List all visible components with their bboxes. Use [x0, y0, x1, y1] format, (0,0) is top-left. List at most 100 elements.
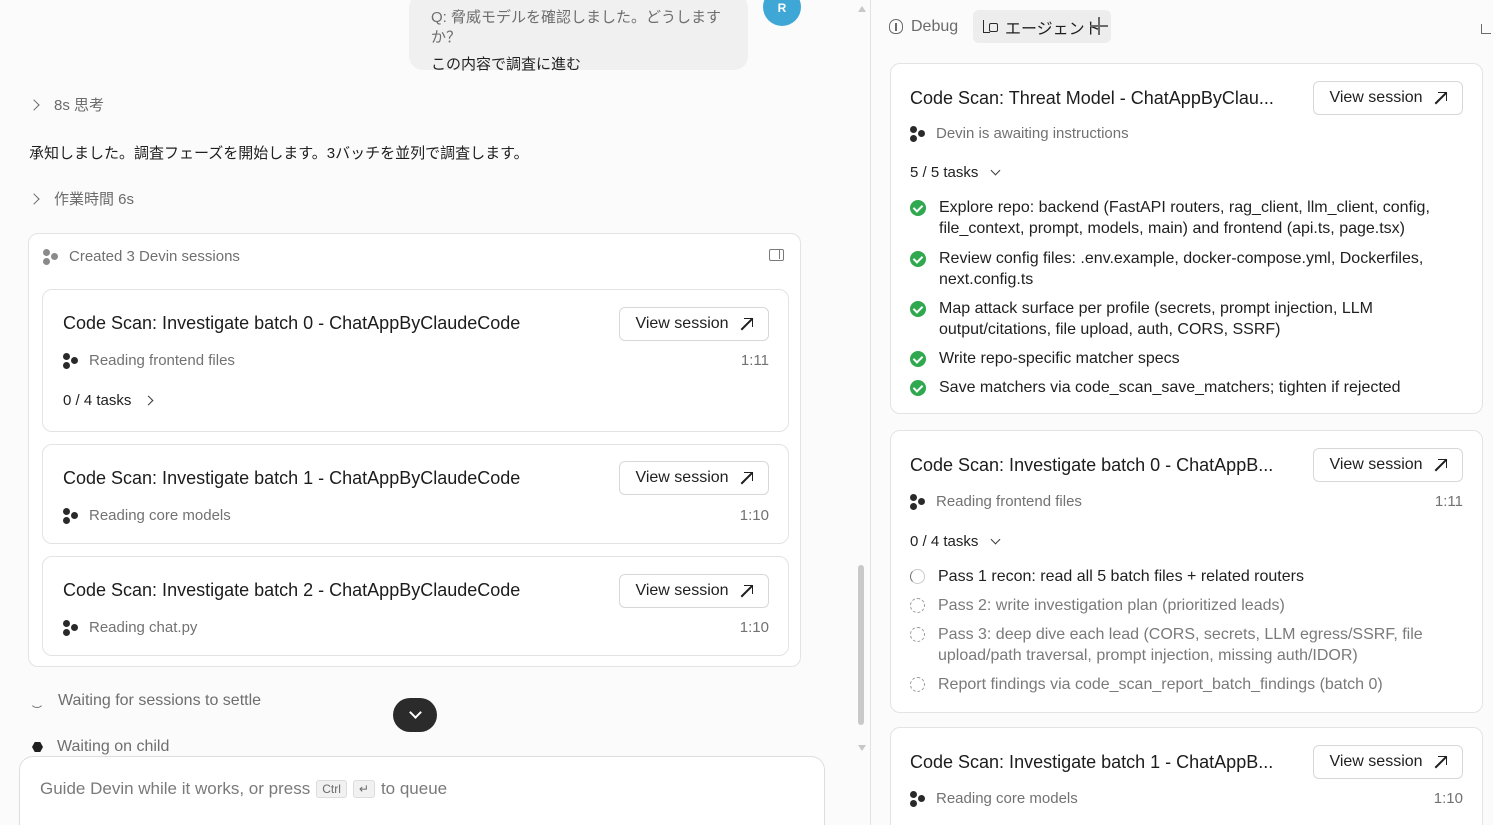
session-status: Reading core models [63, 507, 231, 524]
tab-debug[interactable]: Debug [879, 10, 968, 43]
session-title: Code Scan: Investigate batch 0 - ChatApp… [910, 455, 1274, 475]
chat-pane: Q: 脅威モデルを確認しました。どうしますか？ この内容で調査に進む R 8s … [0, 0, 870, 825]
scroll-down-arrow-icon[interactable] [858, 745, 866, 751]
external-link-icon [1435, 756, 1447, 768]
add-tab-icon[interactable] [1090, 17, 1108, 35]
open-panel-icon[interactable] [769, 249, 784, 261]
chevron-down-icon [990, 534, 1001, 545]
spinner-icon [30, 694, 44, 708]
session-time: 1:11 [1434, 493, 1463, 510]
external-link-icon [1435, 92, 1447, 104]
pending-circle-icon [910, 627, 925, 642]
task-item: Map attack surface per profile (secrets,… [910, 298, 1455, 340]
view-session-label: View session [635, 582, 729, 599]
external-link-icon [741, 318, 753, 330]
task-text: Pass 2: write investigation plan (priori… [938, 597, 1285, 614]
session-card[interactable]: Code Scan: Investigate batch 1 - ChatApp… [42, 444, 789, 544]
placeholder-text-after: to queue [380, 779, 448, 798]
enter-key-badge: ↵ [352, 780, 375, 798]
task-text: Pass 1 recon: read all 5 batch files + r… [938, 568, 1304, 585]
view-session-button[interactable]: View session [1313, 448, 1463, 482]
check-circle-icon [910, 251, 926, 267]
view-session-button[interactable]: View session [619, 461, 769, 495]
session-title: Code Scan: Threat Model - ChatAppByClau.… [910, 88, 1274, 108]
user-answer-text: この内容で調査に進む [431, 56, 582, 73]
check-circle-icon [910, 200, 926, 216]
agent-session-card[interactable]: Code Scan: Investigate batch 1 - ChatApp… [890, 727, 1483, 825]
session-status-text: Reading frontend files [89, 352, 235, 369]
task-text: Explore repo: backend (FastAPI routers, … [939, 199, 1430, 237]
waiting-settle-text: Waiting for sessions to settle [58, 692, 262, 709]
chevron-down-icon [408, 706, 422, 719]
session-time: 1:10 [739, 507, 769, 524]
session-status: Devin is awaiting instructions [910, 125, 1129, 142]
tasks-summary: 0 / 4 tasks [63, 392, 132, 409]
session-status-text: Reading core models [89, 507, 231, 524]
devin-icon [910, 125, 926, 142]
pending-circle-icon [910, 598, 925, 613]
session-title: Code Scan: Investigate batch 1 - ChatApp… [63, 468, 521, 488]
task-text: Save matchers via code_scan_save_matcher… [939, 379, 1401, 396]
task-item: Review config files: .env.example, docke… [910, 248, 1455, 290]
check-circle-icon [910, 351, 926, 367]
task-item: Pass 2: write investigation plan (priori… [910, 595, 1455, 616]
session-status: Reading core models [910, 790, 1078, 807]
ctrl-key-badge: Ctrl [316, 780, 347, 798]
waiting-settle-row: Waiting for sessions to settle [30, 692, 261, 710]
sessions-header: Created 3 Devin sessions [43, 248, 240, 265]
assistant-reply: 承知しました。調査フェーズを開始します。3バッチを並列で調査します。 [29, 145, 529, 162]
chevron-down-icon [990, 165, 1001, 176]
view-session-label: View session [1329, 456, 1423, 473]
view-session-button[interactable]: View session [1313, 81, 1463, 115]
tasks-toggle[interactable]: 5 / 5 tasks [910, 164, 1001, 181]
thinking-toggle[interactable]: 8s 思考 [28, 94, 105, 115]
check-circle-icon [910, 301, 926, 317]
session-card[interactable]: Code Scan: Investigate batch 2 - ChatApp… [42, 556, 789, 656]
message-composer[interactable]: Guide Devin while it works, or press Ctr… [19, 756, 825, 825]
scroll-up-arrow-icon[interactable] [858, 6, 866, 12]
task-item: Explore repo: backend (FastAPI routers, … [910, 197, 1455, 239]
session-title: Code Scan: Investigate batch 1 - ChatApp… [910, 752, 1274, 772]
user-question-text: Q: 脅威モデルを確認しました。どうしますか？ [431, 9, 722, 46]
scroll-to-bottom-button[interactable] [393, 698, 437, 732]
session-status: Reading frontend files [910, 493, 1082, 510]
task-text: Map attack surface per profile (secrets,… [939, 300, 1373, 338]
session-status-text: Reading frontend files [936, 493, 1082, 510]
devin-icon [63, 619, 79, 636]
waiting-child-text: Waiting on child [57, 738, 170, 755]
app-root: Q: 脅威モデルを確認しました。どうしますか？ この内容で調査に進む R 8s … [0, 0, 1493, 825]
scrollbar-thumb[interactable] [858, 565, 864, 725]
thinking-label: 8s 思考 [54, 97, 105, 114]
chevron-right-icon [28, 98, 40, 111]
worktime-toggle[interactable]: 作業時間 6s [28, 188, 134, 209]
task-item: Pass 1 recon: read all 5 batch files + r… [910, 566, 1455, 587]
view-session-button[interactable]: View session [619, 574, 769, 608]
tasks-toggle[interactable]: 0 / 4 tasks [63, 392, 154, 409]
chat-scrollbar[interactable] [857, 0, 867, 760]
placeholder-text-before: Guide Devin while it works, or press [40, 779, 311, 798]
session-time: 1:11 [740, 352, 769, 369]
task-text: Review config files: .env.example, docke… [939, 250, 1424, 288]
collapse-panel-icon[interactable] [1481, 24, 1491, 34]
devin-icon [43, 248, 59, 265]
devin-icon [63, 352, 79, 369]
session-status-text: Reading chat.py [89, 619, 198, 636]
user-avatar: R [763, 0, 801, 26]
session-status-text: Devin is awaiting instructions [936, 125, 1129, 142]
user-message-bubble: Q: 脅威モデルを確認しました。どうしますか？ この内容で調査に進む [409, 0, 748, 73]
session-card[interactable]: Code Scan: Investigate batch 0 - ChatApp… [42, 289, 789, 432]
view-session-button[interactable]: View session [619, 307, 769, 341]
tasks-summary: 0 / 4 tasks [910, 533, 979, 550]
external-link-icon [741, 472, 753, 484]
agent-session-card[interactable]: Code Scan: Investigate batch 0 - ChatApp… [890, 430, 1483, 713]
view-session-button[interactable]: View session [1313, 745, 1463, 779]
agent-session-card[interactable]: Code Scan: Threat Model - ChatAppByClau.… [890, 63, 1483, 414]
session-status: Reading chat.py [63, 619, 197, 636]
devin-icon [910, 493, 926, 510]
task-text: Report findings via code_scan_report_bat… [938, 676, 1383, 693]
side-panel: Debug エージェント Code Scan: Threat Model - C… [871, 0, 1493, 825]
tasks-toggle[interactable]: 0 / 4 tasks [910, 533, 1001, 550]
pending-circle-icon [910, 677, 925, 692]
in-progress-icon [910, 569, 925, 584]
chevron-right-icon [28, 192, 40, 205]
